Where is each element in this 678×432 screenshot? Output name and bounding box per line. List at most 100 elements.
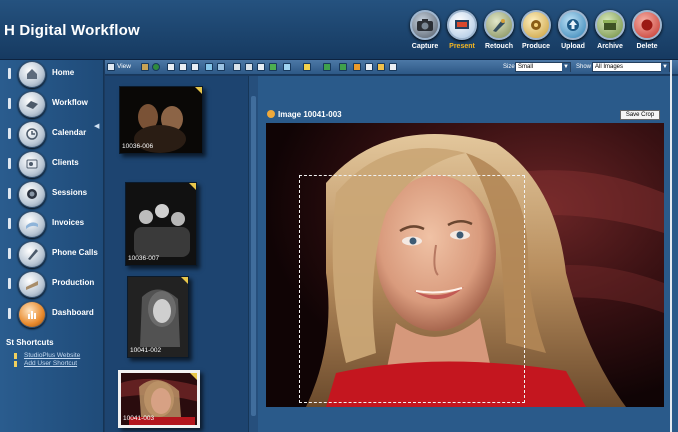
retouch-icon (484, 10, 514, 40)
thumbnail-scrollbar[interactable] (248, 76, 258, 432)
sidebar-item-label: Clients (52, 158, 79, 167)
sidebar-item-invoices[interactable]: Invoices (4, 210, 104, 238)
shortcut-bullet-icon (14, 361, 17, 367)
sidebar-item-production[interactable]: Production (4, 270, 104, 298)
info-icon[interactable] (389, 63, 397, 71)
sidebar-item-label: Calendar (52, 128, 87, 137)
email-icon[interactable] (245, 63, 253, 71)
topnav-archive[interactable]: Archive (593, 10, 627, 50)
chevron-down-icon: ▼ (562, 63, 570, 72)
thumbnail-id: 10036-007 (128, 255, 160, 262)
workflow-icon (18, 91, 46, 118)
scrollbar-thumb[interactable] (251, 96, 256, 416)
page-icon[interactable] (257, 63, 265, 71)
compare-view-icon[interactable] (179, 63, 187, 71)
home-icon (18, 61, 46, 88)
app-title: H Digital Workflow (4, 22, 140, 39)
topnav-label: Produce (521, 43, 550, 50)
zoom-icon[interactable] (365, 63, 373, 71)
topnav-label: Upload (561, 43, 585, 50)
slideshow-icon[interactable] (217, 63, 225, 71)
tag-green-icon[interactable] (269, 63, 277, 71)
upload-icon (558, 10, 588, 40)
clients-icon (18, 151, 46, 178)
thumbnail-10036-006[interactable]: 10036-006 (119, 86, 203, 154)
sidebar-item-label: Phone Calls (52, 248, 98, 257)
window-edge-divider (670, 60, 672, 432)
topnav-present[interactable]: Present (445, 10, 479, 50)
image-title: Image 10041-003 (278, 110, 342, 119)
sidebar-item-label: Invoices (52, 218, 85, 227)
crop-icon[interactable] (377, 63, 385, 71)
sidebar-item-label: Production (52, 278, 95, 287)
star-icon[interactable] (303, 63, 311, 71)
present-icon (447, 10, 477, 40)
nav-tick (8, 128, 11, 139)
nav-tick (8, 98, 11, 109)
sidebar-item-clients[interactable]: Clients (4, 150, 104, 178)
size-select[interactable]: Small ▼ (515, 62, 571, 72)
nav-tick (8, 248, 11, 259)
sidebar-item-label: Home (52, 68, 75, 77)
dashboard-icon (18, 301, 46, 328)
thumbnail-id: 10041-003 (123, 415, 155, 422)
approve-icon[interactable] (323, 63, 331, 71)
camera-icon (410, 10, 440, 40)
sidebar-item-home[interactable]: Home (4, 60, 104, 88)
corner-flag-icon (195, 87, 202, 94)
grid-view-icon[interactable] (191, 63, 199, 71)
color-icon[interactable] (283, 63, 291, 71)
warning-icon[interactable] (353, 63, 361, 71)
sidebar-item-phone-calls[interactable]: Phone Calls (4, 240, 104, 268)
topnav-produce[interactable]: Produce (519, 10, 553, 50)
sidebar-item-dashboard[interactable]: Dashboard (4, 300, 104, 328)
show-select[interactable]: All Images ▼ (592, 62, 670, 72)
thumbnail-10041-002[interactable]: 10041-002 (127, 276, 189, 358)
sidebar-item-sessions[interactable]: Sessions (4, 180, 104, 208)
topnav-capture[interactable]: Capture (408, 10, 442, 50)
topnav-retouch[interactable]: Retouch (482, 10, 516, 50)
nav-tick (8, 218, 11, 229)
thumbnail-10041-003[interactable]: 10041-003 (118, 370, 200, 428)
calendar-icon (18, 121, 46, 148)
topnav-label: Archive (597, 43, 623, 50)
show-select-value: All Images (595, 64, 624, 70)
shortcut-studioplus-website[interactable]: StudioPlus Website (24, 352, 80, 359)
shortcut-bullet-icon (14, 353, 17, 359)
present-view-icon[interactable] (205, 63, 213, 71)
corner-flag-icon (189, 183, 196, 190)
shortcut-add-user[interactable]: Add User Shortcut (24, 360, 77, 367)
refresh-icon[interactable] (152, 63, 160, 71)
view-dropdown[interactable]: View (117, 63, 131, 70)
people-icon[interactable] (141, 63, 149, 71)
view-icon (107, 63, 115, 71)
topnav-delete[interactable]: Delete (630, 10, 664, 50)
topnav-label: Retouch (485, 43, 513, 50)
thumbnail-image (128, 277, 188, 357)
sidebar-item-calendar[interactable]: Calendar (4, 120, 104, 148)
single-view-icon[interactable] (167, 63, 175, 71)
show-label: Show (576, 64, 592, 70)
thumbnail-10036-007[interactable]: 10036-007 (125, 182, 197, 266)
corner-flag-icon (181, 277, 188, 284)
topnav-label: Present (449, 43, 475, 50)
shortcuts-title: St Shortcuts (6, 338, 54, 347)
nav-tick (8, 158, 11, 169)
save-crop-button[interactable]: Save Crop (620, 110, 660, 120)
sidebar-item-label: Sessions (52, 188, 88, 197)
chevron-down-icon: ▼ (661, 63, 669, 72)
main-photo[interactable] (266, 123, 664, 407)
thumbnail-image (126, 183, 196, 265)
topnav-label: Capture (411, 43, 439, 50)
sidebar-item-label: Workflow (52, 98, 88, 107)
crop-selection[interactable] (299, 175, 525, 403)
topnav-upload[interactable]: Upload (556, 10, 590, 50)
print-icon[interactable] (233, 63, 241, 71)
title-bar: H Digital Workflow Capture Present Retou… (0, 0, 678, 60)
production-icon (18, 271, 46, 298)
delete-icon (632, 10, 662, 40)
sidebar-item-workflow[interactable]: Workflow (4, 90, 104, 118)
sidebar: ◀ Home Workflow Calendar Clients Session… (0, 60, 104, 432)
size-select-value: Small (518, 64, 534, 70)
flag-icon[interactable] (339, 63, 347, 71)
